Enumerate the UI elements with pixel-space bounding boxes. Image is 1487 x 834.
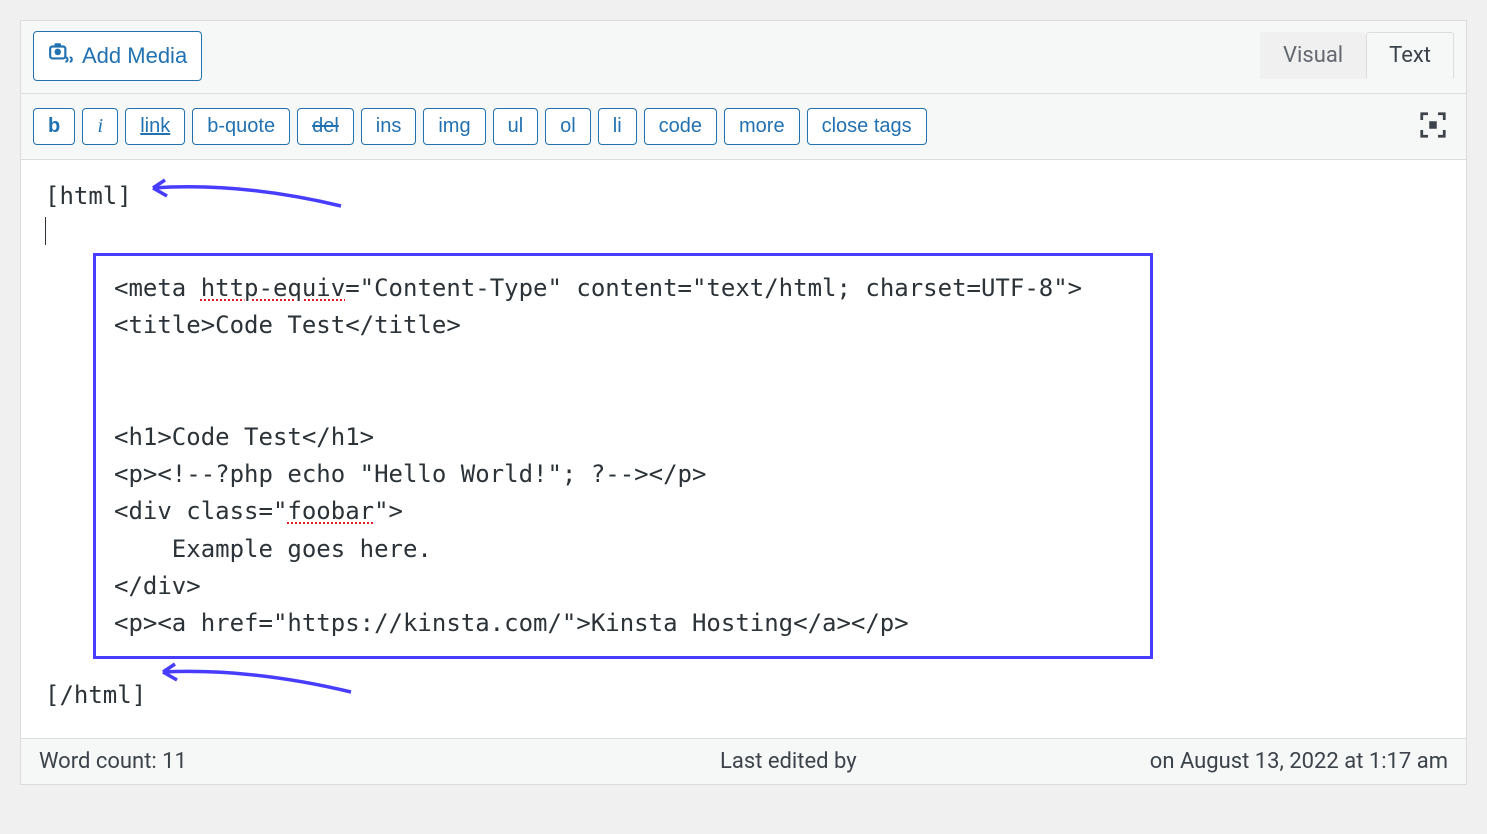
annotated-code-block: <meta http-equiv="Content-Type" content=… <box>93 253 1153 659</box>
shortcode-open-tag: [html] <box>45 178 132 215</box>
qt-close-tags-button[interactable]: close tags <box>807 108 927 145</box>
qt-ol-button[interactable]: ol <box>545 108 591 145</box>
text-editor-area[interactable]: [html] <meta http-equiv="Content-Type" c… <box>21 160 1466 738</box>
qt-del-button[interactable]: del <box>297 108 354 145</box>
add-media-button[interactable]: Add Media <box>33 31 202 81</box>
quicktags-buttons: b i link b-quote del ins img ul ol li co… <box>33 108 927 145</box>
qt-li-button[interactable]: li <box>598 108 637 145</box>
qt-link-button[interactable]: link <box>125 108 185 145</box>
word-count: Word count: 11 <box>39 749 187 774</box>
add-media-label: Add Media <box>82 43 187 69</box>
annotation-arrow-top <box>141 174 351 214</box>
qt-blockquote-button[interactable]: b-quote <box>192 108 290 145</box>
tab-visual[interactable]: Visual <box>1260 32 1366 79</box>
spell-error: foobar <box>287 497 374 525</box>
tab-text[interactable]: Text <box>1366 32 1454 79</box>
fullscreen-icon <box>1418 128 1448 143</box>
qt-img-button[interactable]: img <box>423 108 485 145</box>
quicktags-toolbar: b i link b-quote del ins img ul ol li co… <box>21 94 1466 160</box>
shortcode-close-tag: [/html] <box>45 677 146 714</box>
qt-ul-button[interactable]: ul <box>493 108 539 145</box>
spell-error: http-equiv <box>201 274 346 302</box>
qt-code-button[interactable]: code <box>644 108 717 145</box>
editor-top-bar: Add Media Visual Text <box>21 21 1466 94</box>
text-cursor <box>45 217 46 245</box>
camera-media-icon <box>48 40 74 72</box>
editor-status-bar: Word count: 11 Last edited by on August … <box>21 738 1466 784</box>
last-edited-on: on August 13, 2022 at 1:17 am <box>1150 749 1448 774</box>
qt-italic-button[interactable]: i <box>82 108 118 145</box>
qt-bold-button[interactable]: b <box>33 108 75 145</box>
qt-ins-button[interactable]: ins <box>361 108 417 145</box>
fullscreen-button[interactable] <box>1412 104 1454 149</box>
qt-more-button[interactable]: more <box>724 108 800 145</box>
editor-mode-tabs: Visual Text <box>1260 32 1454 79</box>
editor-container: Add Media Visual Text b i link b-quote d… <box>20 20 1467 785</box>
last-edited-by: Last edited by <box>187 749 1150 774</box>
annotation-arrow-bottom <box>151 658 361 700</box>
